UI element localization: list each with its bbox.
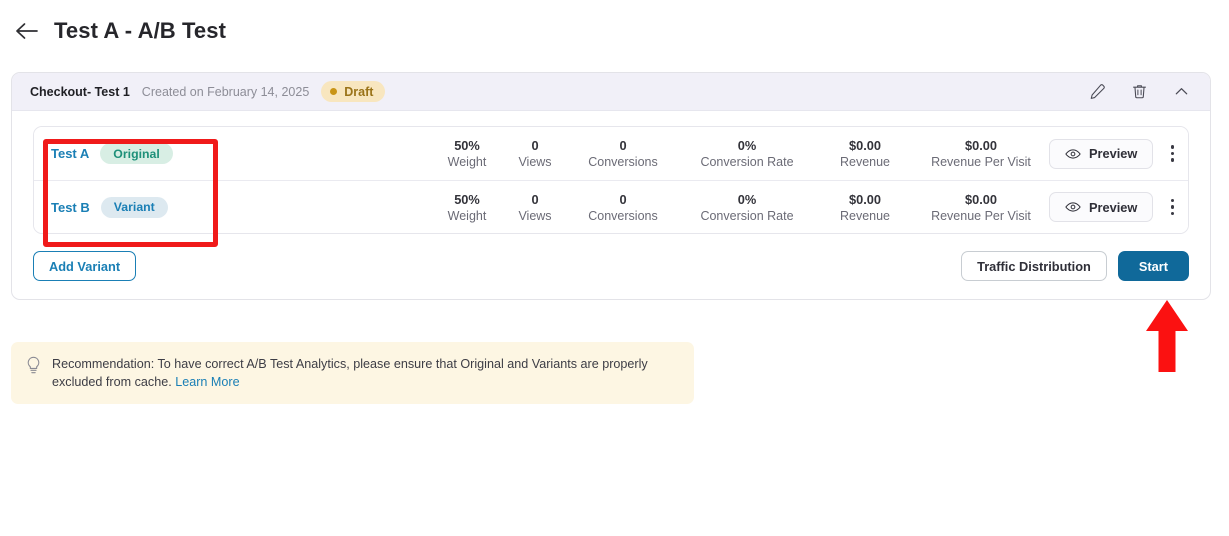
metric-conversions-label: Conversions (588, 208, 658, 223)
metric-weight-label: Weight (447, 208, 487, 223)
ab-test-card: Checkout- Test 1 Created on February 14,… (11, 72, 1211, 300)
row-actions: Preview (1049, 138, 1186, 169)
test-name: Checkout- Test 1 (30, 84, 130, 99)
metric-views: 0 Views (501, 191, 569, 224)
primary-actions: Traffic Distribution Start (961, 251, 1189, 281)
status-badge-label: Draft (344, 84, 374, 99)
eye-icon (1065, 201, 1081, 213)
metric-views-label: Views (518, 208, 552, 223)
metric-weight: 50% Weight (433, 191, 501, 224)
metric-revenue-label: Revenue (839, 155, 891, 169)
variants-table: Test A Original 50% Weight 0 Views 0 Con… (33, 126, 1189, 234)
variant-name-link[interactable]: Test A (51, 146, 89, 161)
metric-conversion-rate: 0% Conversion Rate (677, 137, 817, 170)
metric-conversion-rate-label: Conversion Rate (700, 208, 794, 223)
metric-revenue-value: $0.00 (848, 191, 882, 207)
metric-conversions-value: 0 (619, 191, 627, 207)
metrics-group: 50% Weight 0 Views 0 Conversions 0% Conv… (289, 191, 1049, 224)
chevron-up-icon[interactable] (1166, 77, 1196, 107)
metric-revenue-value: $0.00 (848, 138, 882, 153)
annotation-arrow-icon (1141, 300, 1193, 372)
metric-conversion-rate-label: Conversion Rate (700, 155, 794, 169)
metric-views-value: 0 (531, 138, 539, 153)
table-row: Test B Variant 50% Weight 0 Views 0 Conv… (34, 180, 1188, 233)
kebab-menu-icon[interactable] (1158, 139, 1186, 169)
start-button[interactable]: Start (1117, 251, 1189, 281)
add-variant-button[interactable]: Add Variant (33, 251, 137, 281)
card-body: Test A Original 50% Weight 0 Views 0 Con… (12, 111, 1210, 299)
metric-revenue-per-visit-label: Revenue Per Visit (931, 208, 1031, 223)
metric-conversions-value: 0 (619, 138, 627, 153)
preview-button-label: Preview (1089, 199, 1138, 215)
table-row: Test A Original 50% Weight 0 Views 0 Con… (34, 127, 1188, 180)
eye-icon (1065, 148, 1081, 160)
lightbulb-icon (25, 356, 42, 375)
banner-text: Recommendation: To have correct A/B Test… (52, 355, 680, 391)
page-header: Test A - A/B Test (0, 18, 226, 44)
variant-type-badge: Original (100, 143, 173, 164)
pencil-icon[interactable] (1082, 77, 1112, 107)
metric-views-value: 0 (531, 191, 539, 207)
ab-test-page: Test A - A/B Test Checkout- Test 1 Creat… (0, 0, 1229, 536)
metric-conversions: 0 Conversions (569, 191, 677, 224)
variant-name-cell: Test B Variant (51, 196, 289, 218)
card-header: Checkout- Test 1 Created on February 14,… (12, 73, 1210, 111)
metric-revenue-per-visit-value: $0.00 (964, 191, 998, 207)
traffic-distribution-button[interactable]: Traffic Distribution (961, 251, 1107, 281)
card-actions: Add Variant Traffic Distribution Start (33, 251, 1189, 281)
page-title: Test A - A/B Test (54, 18, 227, 43)
recommendation-banner: Recommendation: To have correct A/B Test… (11, 342, 694, 404)
preview-button[interactable]: Preview (1049, 138, 1154, 169)
metric-weight-value: 50% (454, 138, 480, 153)
variant-name-link[interactable]: Test B (51, 200, 90, 215)
preview-button[interactable]: Preview (1049, 192, 1154, 222)
metric-conversion-rate-value: 0% (737, 138, 757, 153)
test-created-date: Created on February 14, 2025 (141, 84, 310, 99)
variant-type-badge: Variant (100, 196, 168, 218)
metric-revenue: $0.00 Revenue (817, 137, 913, 170)
metric-conversions-label: Conversions (588, 155, 658, 169)
arrow-left-icon[interactable] (14, 18, 40, 44)
metric-views: 0 Views (501, 137, 569, 170)
metric-revenue-per-visit: $0.00 Revenue Per Visit (913, 191, 1049, 224)
metric-conversion-rate: 0% Conversion Rate (677, 191, 817, 224)
status-dot-icon (330, 88, 338, 95)
metric-revenue-per-visit: $0.00 Revenue Per Visit (913, 137, 1049, 170)
metric-views-label: Views (518, 155, 552, 169)
metrics-group: 50% Weight 0 Views 0 Conversions 0% Conv… (289, 137, 1049, 170)
variant-name-cell: Test A Original (51, 143, 289, 164)
metric-weight-label: Weight (447, 155, 487, 169)
metric-weight-value: 50% (454, 191, 480, 207)
metric-conversions: 0 Conversions (569, 137, 677, 170)
metric-revenue-per-visit-value: $0.00 (964, 138, 998, 153)
trash-icon[interactable] (1124, 77, 1154, 107)
learn-more-link[interactable]: Learn More (175, 375, 239, 389)
metric-revenue-label: Revenue (839, 208, 891, 223)
metric-revenue: $0.00 Revenue (817, 191, 913, 224)
metric-weight: 50% Weight (433, 137, 501, 170)
banner-message: Recommendation: To have correct A/B Test… (52, 357, 648, 389)
metric-revenue-per-visit-label: Revenue Per Visit (931, 155, 1031, 169)
preview-button-label: Preview (1089, 146, 1138, 161)
kebab-menu-icon[interactable] (1158, 192, 1186, 222)
row-actions: Preview (1049, 192, 1186, 222)
metric-conversion-rate-value: 0% (737, 191, 757, 207)
status-badge: Draft (321, 81, 386, 102)
